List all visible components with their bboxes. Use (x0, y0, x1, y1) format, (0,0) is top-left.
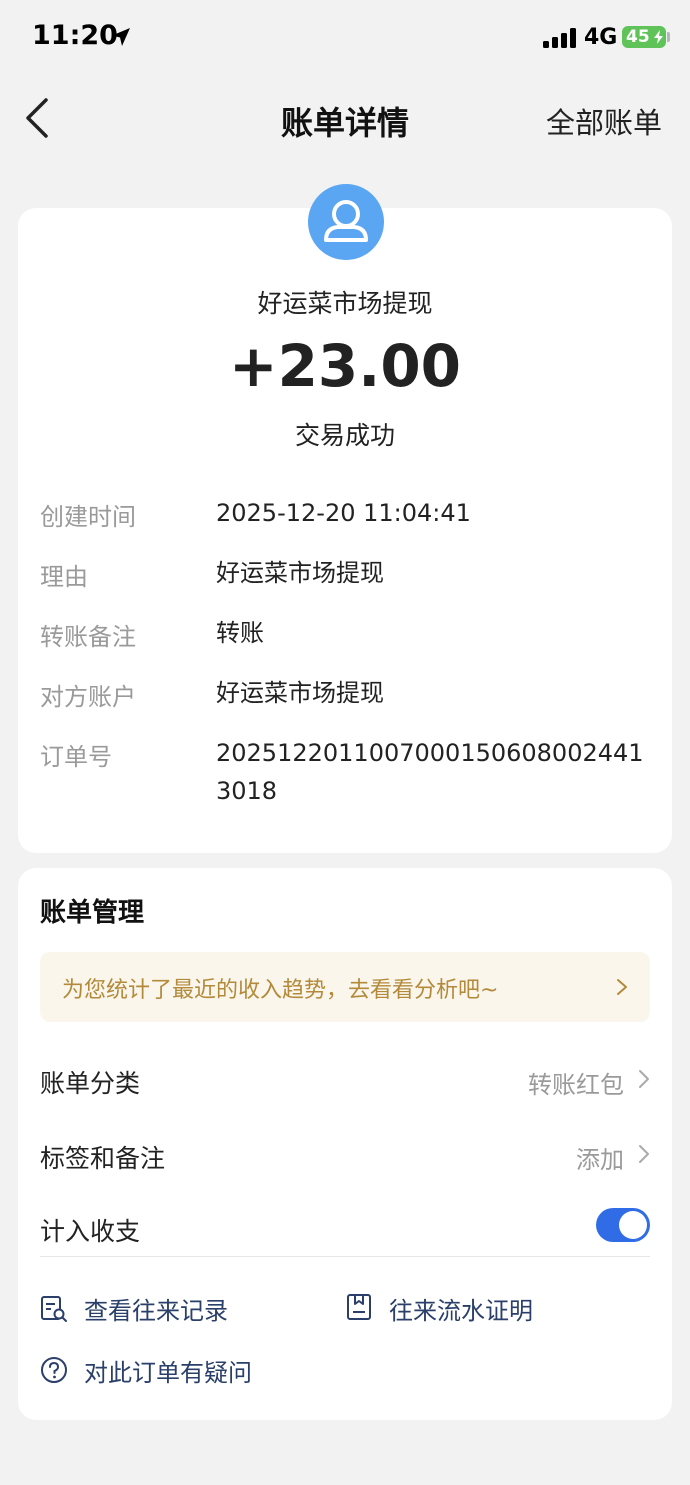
signal-bars-icon (543, 28, 576, 48)
detail-value-reason: 好运菜市场提现 (216, 559, 384, 587)
question-circle-icon[interactable] (40, 1356, 68, 1384)
divider (40, 1256, 650, 1257)
battery-level: 45 (626, 27, 650, 47)
user-avatar-icon (308, 184, 384, 260)
order-question-link[interactable]: 对此订单有疑问 (84, 1353, 252, 1388)
transaction-status: 交易成功 (294, 421, 395, 450)
status-time: 11:20 (32, 20, 118, 51)
detail-value-order-number[interactable]: 20251220110070001506080024413018 (216, 734, 646, 810)
network-type: 4G (584, 25, 618, 50)
detail-value-created-time: 2025-12-20 11:04:41 (216, 499, 471, 527)
view-history-link[interactable]: 查看往来记录 (84, 1291, 228, 1326)
detail-label-created-time: 创建时间 (40, 503, 136, 531)
merchant-name: 好运菜市场提现 (257, 289, 433, 318)
record-search-icon[interactable] (40, 1295, 68, 1323)
transaction-proof-link[interactable]: 往来流水证明 (389, 1291, 533, 1326)
banner-text: 为您统计了最近的收入趋势，去看看分析吧~ (62, 978, 499, 1003)
detail-label-transfer-note: 转账备注 (40, 623, 136, 651)
detail-label-order-number: 订单号 (40, 743, 112, 771)
include-in-ledger-label: 计入收支 (40, 1217, 141, 1246)
bolt-icon (654, 30, 663, 44)
location-arrow-icon (112, 28, 130, 46)
bill-category-value[interactable]: 转账红包 (528, 1065, 624, 1100)
chevron-right-icon (617, 979, 627, 995)
tags-notes-value[interactable]: 添加 (576, 1140, 624, 1175)
management-title: 账单管理 (40, 898, 145, 928)
detail-label-reason: 理由 (40, 563, 88, 591)
status-bar: 11:20 4G 45 (0, 0, 690, 76)
detail-value-counterparty: 好运菜市场提现 (216, 679, 384, 707)
chevron-right-icon[interactable] (638, 1144, 650, 1164)
income-trend-banner[interactable]: 为您统计了最近的收入趋势，去看看分析吧~ (40, 952, 650, 1022)
document-proof-icon[interactable] (345, 1293, 373, 1321)
detail-value-transfer-note: 转账 (216, 619, 264, 647)
battery-cap (667, 32, 670, 42)
include-in-ledger-toggle[interactable] (596, 1208, 650, 1242)
battery-charging-icon: 45 (622, 26, 666, 48)
bill-category-label[interactable]: 账单分类 (40, 1064, 140, 1100)
chevron-right-icon[interactable] (638, 1069, 650, 1089)
transaction-amount: +23.00 (228, 332, 462, 400)
toggle-knob (619, 1211, 647, 1239)
detail-label-counterparty: 对方账户 (40, 683, 136, 711)
nav-bar: 账单详情 全部账单 (0, 86, 690, 152)
tags-notes-label[interactable]: 标签和备注 (40, 1139, 165, 1175)
all-bills-link[interactable]: 全部账单 (546, 100, 662, 142)
